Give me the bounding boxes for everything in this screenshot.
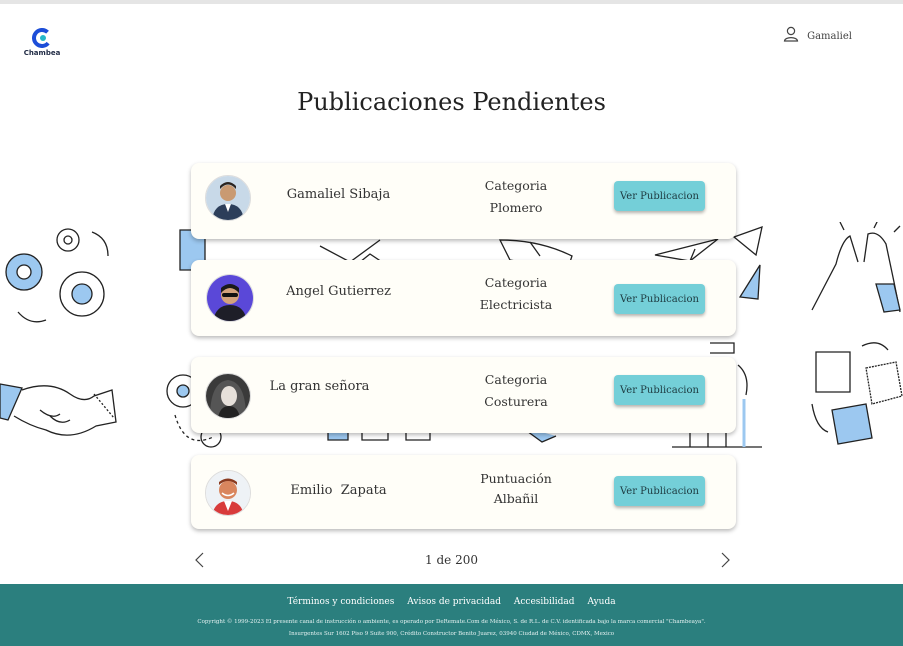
card-category: Puntuación Albañil — [451, 469, 581, 509]
publication-card: La gran señora Categoria Costurera Ver P… — [191, 357, 736, 433]
card-user-name: La gran señora — [269, 379, 370, 394]
footer-copyright: Copyright © 1999-2023 El presente canal … — [0, 616, 903, 640]
logo-mark-icon — [32, 28, 52, 48]
card-category-value: Albañil — [493, 491, 539, 506]
user-name: Gamaliel — [807, 30, 852, 42]
card-category-value: Costurera — [484, 394, 548, 409]
footer-link-privacy[interactable]: Avisos de privacidad — [407, 597, 501, 607]
view-publication-button[interactable]: Ver Publicacion — [614, 181, 705, 211]
card-category: Categoria Plomero — [451, 175, 581, 219]
card-category: Categoria Costurera — [451, 369, 581, 413]
card-category-label: Puntuación — [480, 471, 552, 486]
footer-link-help[interactable]: Ayuda — [587, 597, 615, 607]
chambea-logo[interactable]: Chambea — [22, 28, 62, 57]
publication-card: Emilio Zapata Puntuación Albañil Ver Pub… — [191, 455, 736, 529]
avatar-woman — [205, 373, 251, 419]
publication-card: Angel Gutierrez Categoria Electricista V… — [191, 260, 736, 336]
handshake-illustration — [0, 383, 117, 436]
footer-link-accessibility[interactable]: Accesibilidad — [514, 597, 575, 607]
card-user-name: Emilio Zapata — [290, 483, 387, 498]
pagination: 1 de 200 — [0, 548, 903, 572]
card-user-name: Gamaliel Sibaja — [286, 187, 391, 202]
footer-link-terms[interactable]: Términos y condiciones — [287, 597, 394, 607]
top-border — [0, 0, 903, 4]
card-category-label: Categoria — [484, 178, 548, 193]
view-publication-button[interactable]: Ver Publicacion — [614, 476, 705, 506]
user-menu[interactable]: Gamaliel — [783, 26, 852, 46]
footer: Términos y condiciones Avisos de privaci… — [0, 584, 903, 646]
card-category-label: Categoria — [484, 275, 548, 290]
page-indicator: 1 de 200 — [425, 553, 478, 567]
card-user-name: Angel Gutierrez — [286, 284, 391, 299]
avatar-man-smiling — [205, 470, 251, 516]
user-icon — [783, 26, 799, 46]
high-five-illustration — [811, 222, 901, 313]
copyright-text: Copyright © 1999-2023 El presente canal … — [197, 619, 706, 625]
card-category: Categoria Electricista — [451, 272, 581, 316]
card-category-value: Electricista — [479, 297, 553, 312]
footer-links: Términos y condiciones Avisos de privaci… — [0, 597, 903, 607]
card-category-label: Categoria — [484, 372, 548, 387]
publication-card: Gamaliel Sibaja Categoria Plomero Ver Pu… — [191, 163, 736, 239]
card-category-value: Plomero — [489, 200, 543, 215]
view-publication-button[interactable]: Ver Publicacion — [614, 284, 705, 314]
avatar-man-suit — [205, 175, 251, 221]
address-text: Insurgentes Sur 1602 Piso 9 Suite 900, C… — [288, 631, 615, 637]
logo-text: Chambea — [23, 49, 61, 57]
puzzle-right-illustration — [811, 342, 903, 445]
page-title: Publicaciones Pendientes — [297, 88, 606, 116]
chevron-right-icon[interactable] — [718, 550, 732, 570]
avatar-man-sunglasses — [206, 274, 254, 322]
gears-illustration — [5, 228, 109, 323]
view-publication-button[interactable]: Ver Publicacion — [614, 375, 705, 405]
